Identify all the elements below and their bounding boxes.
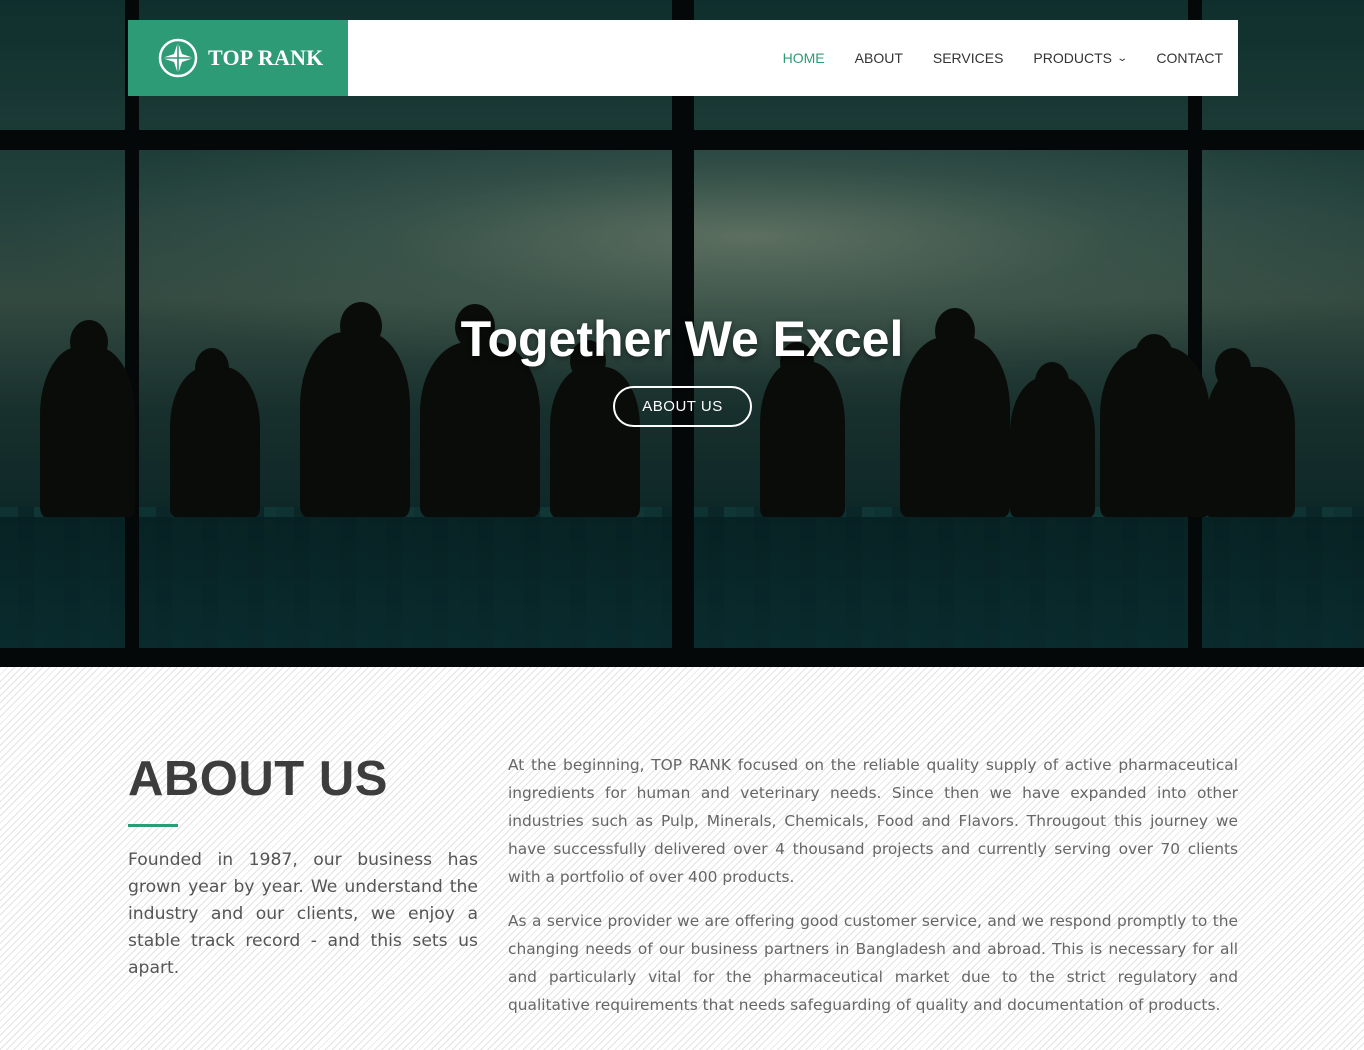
nav-item-about[interactable]: ABOUT [855,50,903,66]
about-paragraph: As a service provider we are offering go… [508,912,1238,1014]
compass-logo-icon [158,38,198,78]
about-us-button[interactable]: ABOUT US [613,386,752,427]
nav-item-home[interactable]: HOME [783,50,825,66]
nav-item-services[interactable]: SERVICES [933,50,1004,66]
about-lead-text: Founded in 1987, our business has grown … [128,850,478,978]
nav-item-contact[interactable]: CONTACT [1156,50,1223,66]
brand-name: TOP RANK [208,45,324,70]
site-header: TOP RANK HOME ABOUT SERVICES PRODUCTS ⌄ … [128,20,1238,96]
about-section: ABOUT US Founded in 1987, our business h… [0,667,1364,1050]
main-navigation: HOME ABOUT SERVICES PRODUCTS ⌄ CONTACT [753,20,1223,96]
about-paragraph: At the beginning, TOP RANK focused on th… [508,756,1238,886]
logo-link[interactable]: TOP RANK [128,20,348,96]
hero-section: Together We Excel ABOUT US [0,0,1364,667]
chevron-down-icon: ⌄ [1116,52,1129,64]
nav-item-products-label: PRODUCTS [1033,50,1112,66]
title-divider [128,824,178,827]
hero-title: Together We Excel [460,311,904,367]
nav-item-products[interactable]: PRODUCTS ⌄ [1033,50,1129,66]
about-body: At the beginning, TOP RANK focused on th… [508,751,1238,1035]
about-title: ABOUT US [128,752,388,806]
